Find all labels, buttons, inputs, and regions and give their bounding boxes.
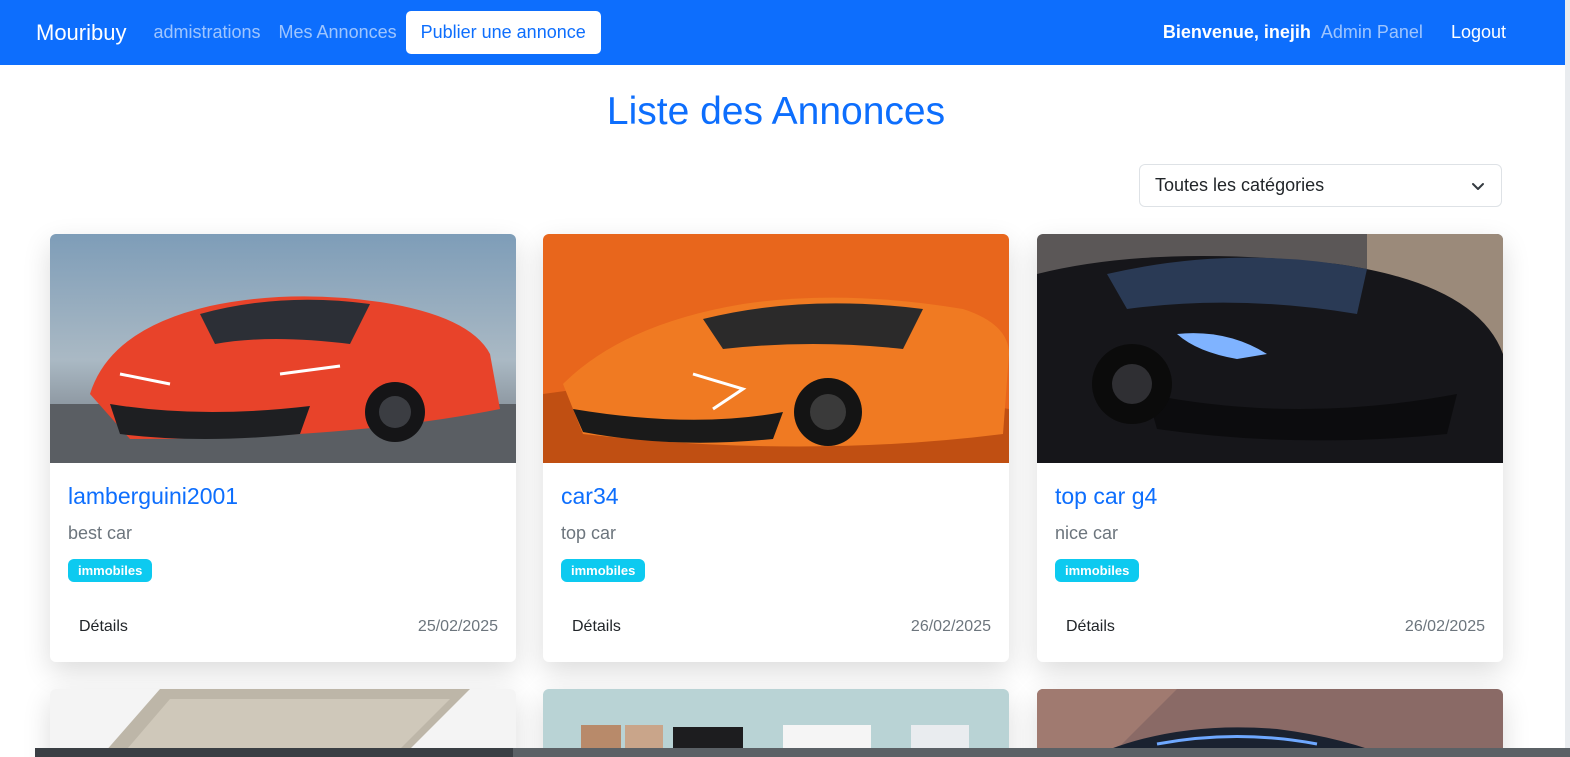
listing-card-partial: [543, 689, 1009, 757]
card-footer: Détails 26/02/2025: [1055, 618, 1485, 636]
card-body: lamberguini2001 best car immobiles Détai…: [50, 463, 516, 662]
category-select[interactable]: Toutes les catégories: [1139, 164, 1502, 207]
details-button[interactable]: Détails: [1055, 618, 1126, 636]
listing-description: best car: [68, 523, 133, 543]
card-body: top car g4 nice car immobiles Détails 26…: [1037, 463, 1503, 662]
welcome-text: Bienvenue, inejih: [1162, 22, 1311, 42]
admin-panel-link[interactable]: Admin Panel: [1321, 22, 1423, 43]
listing-image-appliances[interactable]: [543, 689, 1009, 757]
listing-title[interactable]: top car g4: [1055, 483, 1485, 510]
nav-link-mes-annonces[interactable]: Mes Annonces: [279, 22, 397, 43]
top-navbar: Mouribuy admistrations Mes Annonces Publ…: [0, 0, 1570, 65]
horizontal-scrollbar[interactable]: [35, 748, 1570, 757]
listing-card-partial: [1037, 689, 1503, 757]
brand-logo[interactable]: Mouribuy: [36, 20, 126, 46]
horizontal-scrollbar-thumb[interactable]: [513, 748, 1570, 757]
listing-card: lamberguini2001 best car immobiles Détai…: [50, 234, 516, 662]
listing-image-black-car[interactable]: [1037, 234, 1503, 463]
listing-image-sports-car[interactable]: [1037, 689, 1503, 757]
listing-image-orange-car[interactable]: [543, 234, 1009, 463]
card-footer: Détails 25/02/2025: [68, 618, 498, 636]
details-button[interactable]: Détails: [561, 618, 632, 636]
publish-ad-button[interactable]: Publier une annonce: [405, 11, 601, 54]
listing-date: 26/02/2025: [910, 618, 991, 635]
category-badge: immobiles: [1055, 559, 1140, 582]
details-button[interactable]: Détails: [68, 618, 139, 636]
listing-title[interactable]: lamberguini2001: [68, 483, 498, 510]
chevron-down-icon: [1472, 182, 1484, 190]
nav-user-area: Bienvenue, inejih Admin Panel Logout: [1163, 22, 1534, 43]
card-body: car34 top car immobiles Détails 26/02/20…: [543, 463, 1009, 662]
listing-date: 25/02/2025: [417, 618, 498, 635]
listing-date: 26/02/2025: [1404, 618, 1485, 635]
category-select-value: Toutes les catégories: [1155, 175, 1325, 195]
listing-card: top car g4 nice car immobiles Détails 26…: [1037, 234, 1503, 662]
logout-link[interactable]: Logout: [1451, 22, 1506, 43]
listing-card: car34 top car immobiles Détails 26/02/20…: [543, 234, 1009, 662]
listing-image-red-car[interactable]: [50, 234, 516, 463]
page-title: Liste des Annonces: [606, 90, 946, 133]
vertical-scrollbar[interactable]: [1565, 0, 1570, 757]
listing-image-laptop[interactable]: [50, 689, 516, 757]
nav-link-admistrations[interactable]: admistrations: [153, 22, 260, 43]
category-badge: immobiles: [68, 559, 153, 582]
category-badge: immobiles: [561, 559, 646, 582]
listing-title[interactable]: car34: [561, 483, 991, 510]
listing-description: nice car: [1055, 523, 1119, 543]
listing-card-partial: [50, 689, 516, 757]
listing-description: top car: [561, 523, 617, 543]
card-footer: Détails 26/02/2025: [561, 618, 991, 636]
